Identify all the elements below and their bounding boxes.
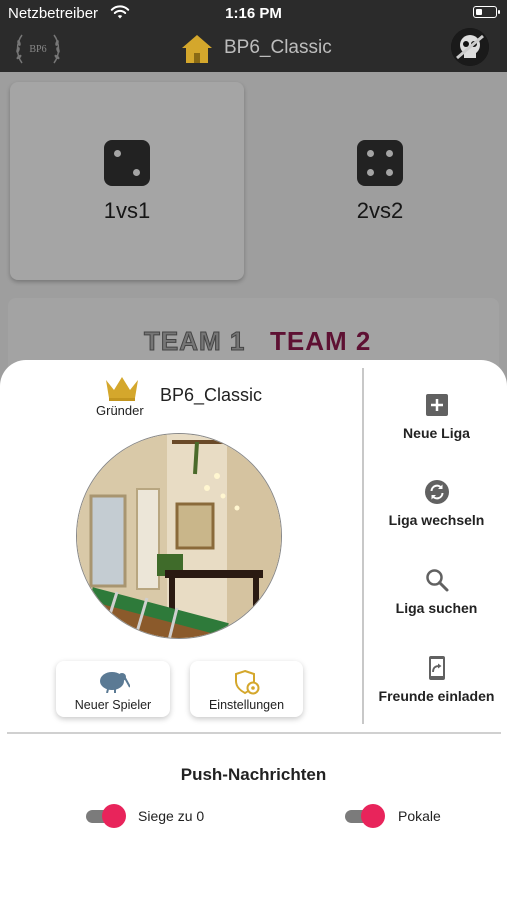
battery-icon <box>473 6 500 18</box>
invite-friends-label: Freunde einladen <box>378 688 495 704</box>
app-header: BP6 BP6_Classic <box>0 26 507 72</box>
app-logo[interactable]: BP6 <box>12 29 64 67</box>
search-icon <box>425 569 448 592</box>
plus-square-icon <box>425 394 448 416</box>
league-bottom-sheet: Gründer BP6_Classic Neuer Spieler Einste… <box>0 360 507 900</box>
new-player-label: Neuer Spieler <box>74 698 152 712</box>
new-league-button[interactable]: Neue Liga <box>366 392 507 441</box>
search-league-button[interactable]: Liga suchen <box>366 567 507 616</box>
toggle-siege-zu-0[interactable] <box>86 804 126 828</box>
league-photo[interactable] <box>76 433 282 639</box>
toggle-label-pokale: Pokale <box>398 808 441 824</box>
push-notifications-title: Push-Nachrichten <box>180 765 327 784</box>
clock: 1:16 PM <box>225 5 282 22</box>
search-league-label: Liga suchen <box>395 600 478 616</box>
new-league-label: Neue Liga <box>403 425 470 441</box>
header-title: BP6_Classic <box>224 37 332 58</box>
switch-league-label: Liga wechseln <box>388 512 485 528</box>
toggle-label-siege: Siege zu 0 <box>138 808 205 824</box>
home-icon[interactable] <box>180 33 214 65</box>
shield-gear-icon <box>234 669 259 695</box>
switch-league-button[interactable]: Liga wechseln <box>366 479 507 528</box>
toggle-pokale[interactable] <box>345 804 385 828</box>
logo-text: BP6 <box>29 44 46 55</box>
new-player-button[interactable]: Neuer Spieler <box>56 661 170 717</box>
invite-friends-button[interactable]: Freunde einladen <box>366 655 507 704</box>
settings-button[interactable]: Einstellungen <box>190 661 303 717</box>
crown-icon <box>106 377 138 401</box>
kiwi-bird-icon <box>100 672 130 693</box>
horizontal-divider <box>7 732 501 734</box>
league-name: BP6_Classic <box>160 385 263 405</box>
role-label: Gründer <box>96 403 144 418</box>
vertical-divider <box>362 368 364 724</box>
share-phone-icon <box>428 656 445 680</box>
user-avatar[interactable] <box>451 28 489 66</box>
settings-label: Einstellungen <box>208 698 285 712</box>
sync-icon <box>424 480 449 504</box>
status-bar: Netzbetreiber 1:16 PM <box>0 0 507 26</box>
